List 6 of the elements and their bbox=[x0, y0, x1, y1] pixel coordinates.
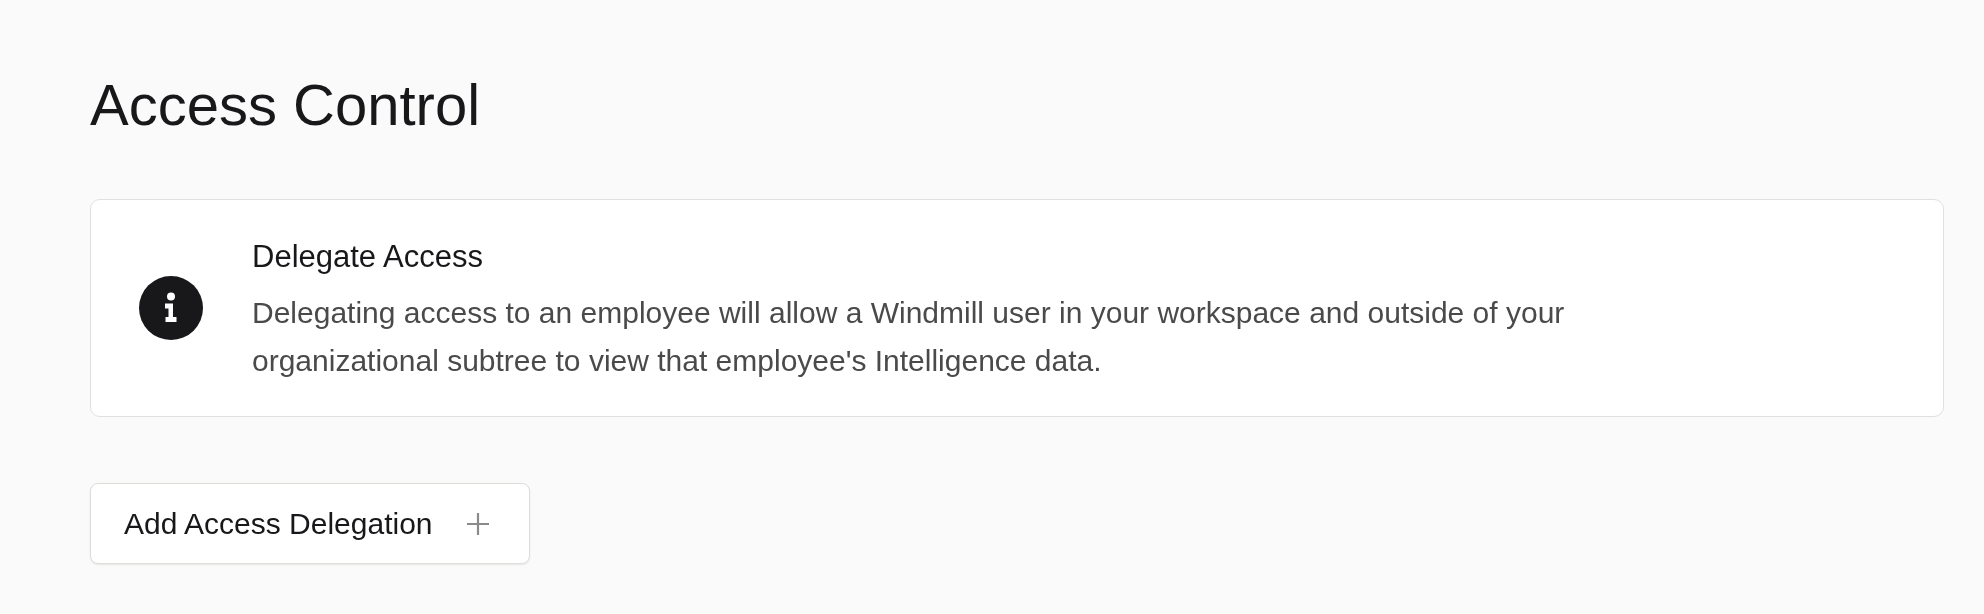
notice-heading: Delegate Access bbox=[252, 238, 483, 276]
plus-icon bbox=[466, 512, 489, 535]
info-icon bbox=[139, 276, 203, 340]
notice-text: Delegating access to an employee will allow a Windmill user in your workspace and outside of your organizational subtree to view that employee's Intelligence data. bbox=[252, 295, 1566, 379]
page-title: Access Control bbox=[90, 71, 481, 139]
add-access-delegation-button[interactable]: Add Access Delegation bbox=[90, 483, 530, 564]
